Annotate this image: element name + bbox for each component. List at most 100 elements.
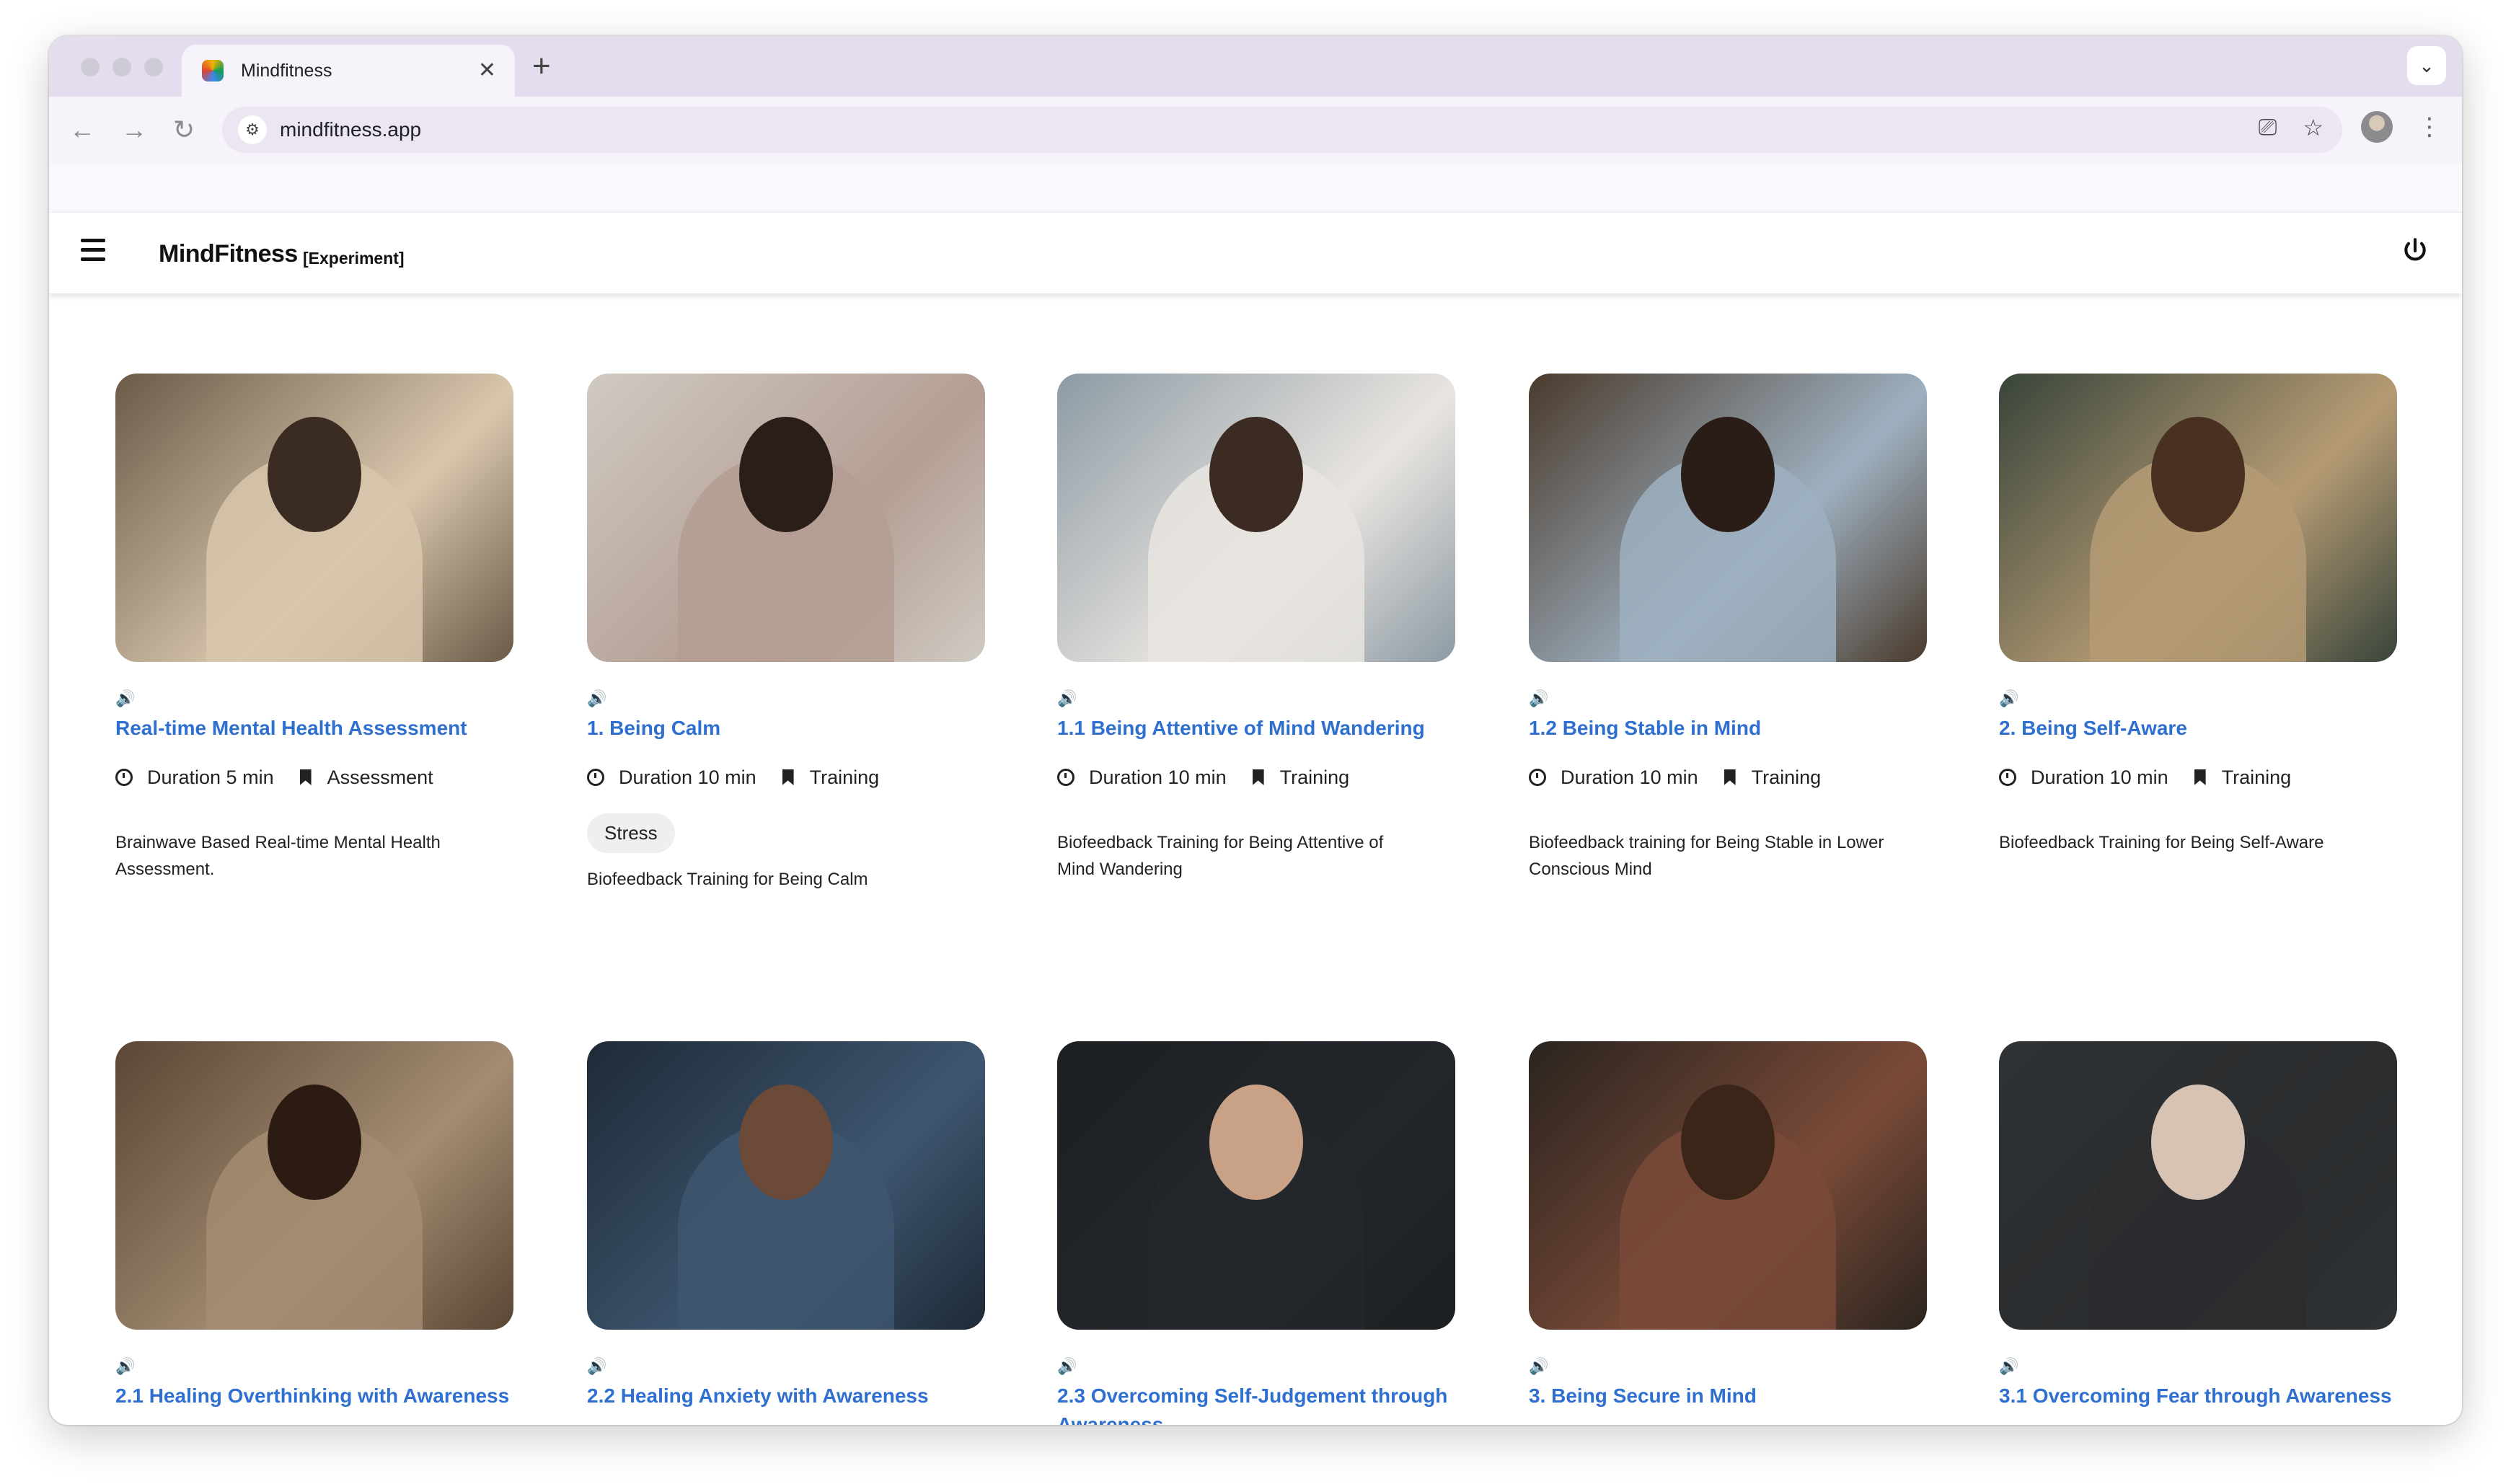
program-thumbnail[interactable]: [1057, 1041, 1455, 1330]
browser-menu-button[interactable]: ⋮: [2417, 108, 2442, 146]
new-tab-button[interactable]: +: [532, 46, 551, 87]
favicon-icon: [202, 60, 224, 81]
portrait-hair: [1681, 417, 1775, 532]
program-title[interactable]: Real-time Mental Health Assessment: [115, 714, 513, 743]
browser-tab-mindfitness[interactable]: Mindfitness ✕: [182, 45, 515, 97]
program-thumbnail[interactable]: [1529, 1041, 1927, 1330]
duration-text: Duration 10 min: [1561, 766, 1698, 788]
speaker-icon[interactable]: 🔊: [1057, 689, 1455, 708]
speaker-icon[interactable]: 🔊: [587, 689, 985, 708]
program-card[interactable]: 🔊 1.2 Being Stable in Mind Duration 10 min…: [1529, 374, 1927, 883]
program-thumbnail[interactable]: [587, 1041, 985, 1330]
speaker-icon[interactable]: 🔊: [1529, 1357, 1927, 1376]
program-card[interactable]: 🔊 2.1 Healing Overthinking with Awareness…: [115, 1041, 513, 1425]
program-thumbnail[interactable]: [1999, 374, 2397, 662]
duration-text: Duration 10 min: [1089, 766, 1227, 788]
clock-icon: [587, 769, 604, 786]
program-thumbnail[interactable]: [1529, 374, 1927, 662]
portrait-hair: [1681, 1085, 1775, 1200]
bookmark-icon: [1724, 769, 1736, 785]
app-logo[interactable]: MindFitness: [159, 240, 298, 268]
speaker-icon[interactable]: 🔊: [115, 1357, 513, 1376]
speaker-icon[interactable]: 🔊: [587, 1357, 985, 1376]
portrait-hair: [2151, 417, 2245, 532]
program-title[interactable]: 2.3 Overcoming Self-Judgement through Aw…: [1057, 1382, 1455, 1425]
program-card[interactable]: 🔊 2. Being Self-Aware Duration 10 min Train…: [1999, 374, 2397, 856]
window-controls: [81, 58, 163, 76]
app-header: MindFitness [Experiment]: [49, 212, 2462, 293]
bookmark-icon: [782, 769, 794, 785]
program-thumbnail[interactable]: [1999, 1041, 2397, 1330]
program-meta: Duration 10 min Training: [1057, 763, 1455, 792]
speaker-icon[interactable]: 🔊: [115, 689, 513, 708]
program-type: Training: [2221, 766, 2292, 788]
program-description: Biofeedback Training for Being Self-Awar…: [1999, 833, 2324, 852]
zoom-window-button[interactable]: [144, 58, 163, 76]
duration-text: Duration 5 min: [147, 766, 274, 788]
program-title[interactable]: 1.2 Being Stable in Mind: [1529, 714, 1927, 743]
clock-icon: [1057, 769, 1074, 786]
reload-button[interactable]: ↻: [173, 111, 195, 149]
tab-strip: Mindfitness ✕ + ⌄: [49, 36, 2462, 97]
minimize-window-button[interactable]: [112, 58, 131, 76]
speaker-icon[interactable]: 🔊: [1529, 689, 1927, 708]
menu-icon[interactable]: [81, 239, 105, 267]
speaker-icon[interactable]: 🔊: [1057, 1357, 1455, 1376]
program-thumbnail[interactable]: [115, 1041, 513, 1330]
program-thumbnail[interactable]: [115, 374, 513, 662]
program-type: Assessment: [327, 766, 433, 788]
portrait-hair: [268, 1085, 361, 1200]
url-text[interactable]: mindfitness.app: [280, 118, 421, 141]
back-button[interactable]: ←: [69, 111, 95, 149]
close-window-button[interactable]: [81, 58, 100, 76]
program-title[interactable]: 1. Being Calm: [587, 714, 985, 743]
browser-window: Mindfitness ✕ + ⌄ ← → ↻ ⚙ mindfitness.ap…: [49, 36, 2462, 1425]
program-type: Training: [809, 766, 880, 788]
program-card[interactable]: 🔊 1. Being Calm Duration 10 min Training Str…: [587, 374, 985, 893]
program-card[interactable]: 🔊 Real-time Mental Health Assessment Durat…: [115, 374, 513, 883]
bookmark-icon: [2194, 769, 2206, 785]
portrait-hair: [739, 417, 833, 532]
tab-search-dropdown-button[interactable]: ⌄: [2407, 46, 2446, 85]
program-grid: 🔊 Real-time Mental Health Assessment Durat…: [49, 293, 2462, 1425]
program-thumbnail[interactable]: [587, 374, 985, 662]
power-icon[interactable]: [2401, 237, 2429, 265]
duration-text: Duration 10 min: [619, 766, 756, 788]
tab-close-icon[interactable]: ✕: [478, 55, 496, 87]
program-description: Brainwave Based Real-time Mental Health …: [115, 833, 441, 879]
program-meta: Duration 5 min Assessment: [115, 763, 513, 792]
program-title[interactable]: 3. Being Secure in Mind: [1529, 1382, 1927, 1410]
bookmark-star-icon[interactable]: ☆: [2303, 114, 2324, 141]
program-title[interactable]: 1.1 Being Attentive of Mind Wandering: [1057, 714, 1455, 743]
program-description: Biofeedback Training for Being Attentive…: [1057, 833, 1384, 879]
program-title[interactable]: 3.1 Overcoming Fear through Awareness: [1999, 1382, 2397, 1410]
speaker-icon[interactable]: 🔊: [1999, 1357, 2397, 1376]
program-title[interactable]: 2.2 Healing Anxiety with Awareness: [587, 1382, 985, 1410]
program-description: Biofeedback training for Being Stable in…: [1529, 833, 1884, 879]
speaker-icon[interactable]: 🔊: [1999, 689, 2397, 708]
bookmark-icon: [299, 769, 312, 785]
install-app-icon[interactable]: ⎚: [2259, 114, 2277, 141]
program-card[interactable]: 🔊 1.1 Being Attentive of Mind Wandering Du…: [1057, 374, 1455, 883]
portrait-hair: [2151, 1085, 2245, 1200]
program-type: Training: [1279, 766, 1350, 788]
profile-avatar[interactable]: [2361, 111, 2393, 143]
tag-chip[interactable]: Stress: [587, 813, 675, 853]
forward-button[interactable]: →: [121, 111, 147, 149]
program-thumbnail[interactable]: [1057, 374, 1455, 662]
omnibox-actions: ⎚ ☆: [2259, 114, 2324, 141]
clock-icon: [1999, 769, 2016, 786]
program-card[interactable]: 🔊3.1 Overcoming Fear through AwarenessDu…: [1999, 1041, 2397, 1425]
site-info-icon[interactable]: ⚙: [238, 115, 267, 144]
program-title[interactable]: 2.1 Healing Overthinking with Awareness: [115, 1382, 513, 1410]
browser-toolbar: ← → ↻ ⚙ mindfitness.app ⎚ ☆: [49, 97, 2462, 163]
program-card[interactable]: 🔊3. Being Secure in MindDuration 10 minT…: [1529, 1041, 1927, 1425]
program-title[interactable]: 2. Being Self-Aware: [1999, 714, 2397, 743]
clock-icon: [1529, 769, 1546, 786]
address-bar[interactable]: ⚙ mindfitness.app ⎚ ☆: [222, 107, 2342, 153]
program-card[interactable]: 🔊2.2 Healing Anxiety with AwarenessDurat…: [587, 1041, 985, 1425]
program-meta: Duration 10 min Training: [1529, 763, 1927, 792]
tab-title: Mindfitness: [241, 60, 332, 81]
program-meta: Duration 10 min Training: [1999, 763, 2397, 792]
program-card[interactable]: 🔊 2.3 Overcoming Self-Judgement through A…: [1057, 1041, 1455, 1425]
